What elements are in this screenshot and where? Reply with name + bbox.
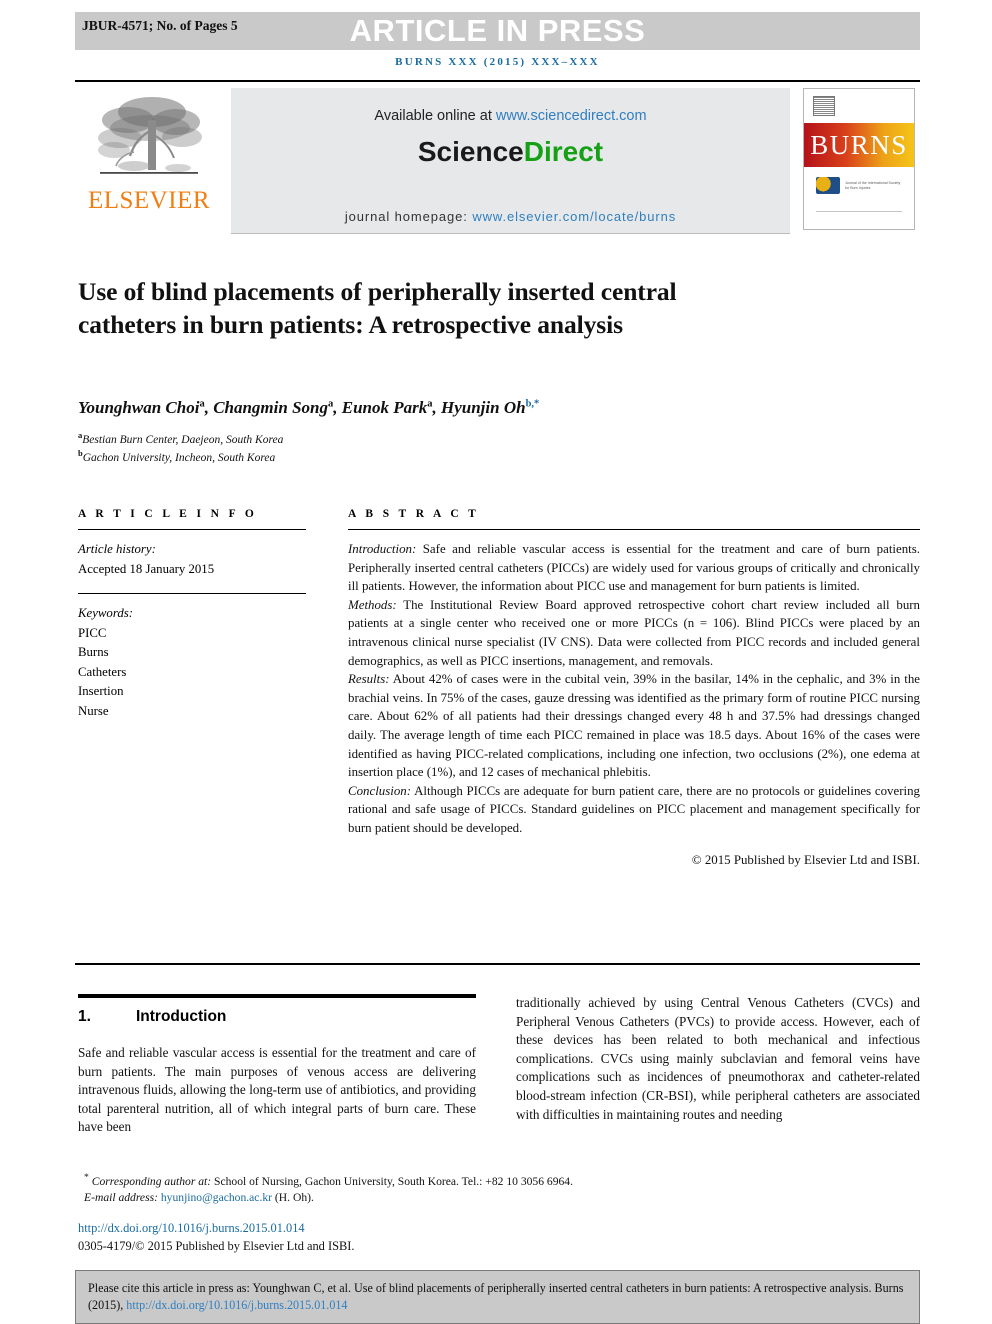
journal-homepage-link[interactable]: www.elsevier.com/locate/burns — [472, 209, 676, 224]
abstract-text-methods: The Institutional Review Board approved … — [348, 597, 920, 668]
email-link[interactable]: hyunjino@gachon.ac.kr — [161, 1191, 272, 1204]
author-name-3: Eunok Park — [341, 398, 428, 417]
abstract-rule-top — [348, 529, 920, 530]
sciencedirect-logo[interactable]: ScienceDirect — [231, 136, 790, 168]
abstract-heading: A B S T R A C T — [348, 508, 480, 520]
article-history-label: Article history: — [78, 542, 156, 556]
section-number: 1. — [78, 1008, 91, 1025]
masthead: ELSEVIER Available online at www.science… — [75, 80, 920, 238]
elsevier-tree-icon — [98, 97, 202, 174]
elsevier-wordmark: ELSEVIER — [87, 187, 211, 214]
journal-homepage-line: journal homepage: www.elsevier.com/locat… — [231, 209, 790, 224]
affiliation-b: bGachon University, Incheon, South Korea — [78, 448, 778, 464]
footnote-block: * Corresponding author at: School of Nur… — [78, 1170, 778, 1207]
elsevier-logo: ELSEVIER — [75, 82, 223, 238]
affiliation-a: aBestian Burn Center, Daejeon, South Kor… — [78, 430, 778, 446]
running-head-id: JBUR-4571; No. of Pages 5 — [82, 18, 238, 33]
section-heading-rule — [78, 994, 476, 998]
author-name-4: Hyunjin Oh — [441, 398, 526, 417]
abstract-copyright: © 2015 Published by Elsevier Ltd and ISB… — [691, 852, 920, 867]
article-info-column: A R T I C L E I N F O Article history: A… — [78, 508, 306, 721]
author-name-1: Younghwan Choi — [78, 398, 200, 417]
sciencedirect-banner: Available online at www.sciencedirect.co… — [231, 88, 790, 234]
abstract-label-results: Results: — [348, 672, 390, 687]
sciencedirect-logo-direct: Direct — [523, 136, 604, 167]
author-list: Younghwan Choia, Changmin Songa, Eunok P… — [78, 398, 540, 417]
corresponding-marker: * — [84, 1172, 89, 1183]
section-title: Introduction — [136, 1008, 227, 1025]
available-online-line: Available online at www.sciencedirect.co… — [231, 88, 790, 124]
email-label: E-mail address: — [84, 1191, 158, 1205]
intro-paragraph-right: traditionally achieved by using Central … — [516, 995, 920, 1122]
cover-divider — [816, 211, 902, 212]
author-sup-1: a — [199, 398, 205, 410]
cover-title: BURNS — [810, 130, 908, 160]
keywords-label: Keywords: — [78, 606, 133, 620]
sciencedirect-link[interactable]: www.sciencedirect.com — [496, 108, 647, 124]
author-sup-4: b,* — [525, 398, 540, 410]
article-page: ARTICLE IN PRESS JBUR-4571; No. of Pages… — [0, 0, 992, 1324]
cover-society-text: Journal of the International Society for… — [845, 180, 901, 190]
journal-cover-image: BURNS Journal of the International Socie… — [803, 88, 915, 230]
abstract-body: Introduction: Safe and reliable vascular… — [348, 540, 920, 869]
affiliation-text-b: Gachon University, Incheon, South Korea — [82, 451, 276, 464]
author-name-2: Changmin Song — [213, 398, 328, 417]
body-column-right: traditionally achieved by using Central … — [516, 994, 920, 1124]
email-suffix: (H. Oh). — [272, 1191, 314, 1205]
abstract-section-conclusion: Conclusion: Although PICCs are adequate … — [348, 782, 920, 838]
keyword-item: Nurse — [78, 703, 109, 718]
abstract-label-introduction: Introduction: — [348, 542, 417, 556]
issn-copyright-line: 0305-4179/© 2015 Published by Elsevier L… — [78, 1239, 355, 1253]
affiliation-text-a: Bestian Burn Center, Daejeon, South Kore… — [82, 433, 284, 446]
abstract-section-methods: Methods: The Institutional Review Board … — [348, 596, 920, 670]
journal-homepage-label: journal homepage: — [344, 209, 473, 224]
corresponding-author-detail: School of Nursing, Gachon University, So… — [211, 1174, 573, 1188]
keyword-item: Burns — [78, 645, 109, 659]
abstract-column: A B S T R A C T Introduction: Safe and r… — [348, 508, 920, 869]
abstract-section-results: Results: About 42% of cases were in the … — [348, 670, 920, 782]
journal-cover: BURNS Journal of the International Socie… — [798, 82, 920, 238]
corresponding-author-label: Corresponding author at: — [91, 1174, 212, 1188]
doi-link[interactable]: http://dx.doi.org/10.1016/j.burns.2015.0… — [78, 1221, 305, 1236]
keyword-item: Insertion — [78, 684, 124, 698]
abstract-body-divider — [75, 963, 920, 965]
sciencedirect-logo-science: Science — [417, 136, 524, 167]
abstract-section-introduction: Introduction: Safe and reliable vascular… — [348, 540, 920, 596]
author-sup-2: a — [328, 398, 334, 410]
article-history: Article history: Accepted 18 January 201… — [78, 540, 306, 579]
email-note: E-mail address: hyunjino@gachon.ac.kr (H… — [78, 1190, 778, 1207]
abstract-label-conclusion: Conclusion: — [348, 783, 412, 798]
page-title: Use of blind placements of peripherally … — [78, 277, 677, 340]
cover-title-band: BURNS — [804, 123, 914, 167]
author-sup-3: a — [427, 398, 433, 410]
section-heading-introduction: 1. Introduction — [78, 1008, 476, 1026]
journal-reference-line: burns xxx (2015) xxx–xxx — [395, 56, 600, 68]
keyword-item: PICC — [78, 625, 107, 640]
article-info-rule-mid — [78, 593, 306, 594]
cover-society: Journal of the International Society for… — [816, 177, 901, 194]
article-history-value: Accepted 18 January 2015 — [78, 561, 215, 576]
intro-paragraph-left: Safe and reliable vascular access is ess… — [78, 1045, 476, 1135]
cite-doi-link[interactable]: http://dx.doi.org/10.1016/j.burns.2015.0… — [126, 1298, 347, 1312]
body-column-left: 1. Introduction Safe and reliable vascul… — [78, 994, 476, 1137]
abstract-text-results: About 42% of cases were in the cubital v… — [348, 672, 920, 780]
abstract-text-introduction: Safe and reliable vascular access is ess… — [348, 542, 920, 594]
cite-this-article-box: Please cite this article in press as: Yo… — [75, 1270, 920, 1324]
cover-stamp-icon — [813, 96, 835, 116]
corresponding-author-note: * Corresponding author at: School of Nur… — [78, 1170, 778, 1190]
keyword-item: Catheters — [78, 664, 127, 679]
keywords-block: Keywords: PICC Burns Catheters Insertion… — [78, 604, 306, 721]
abstract-text-conclusion: Although PICCs are adequate for burn pat… — [348, 783, 920, 835]
society-logo-icon — [816, 177, 840, 194]
abstract-label-methods: Methods: — [348, 597, 397, 612]
article-info-rule-top — [78, 529, 306, 530]
available-online-label: Available online at — [374, 108, 496, 124]
article-info-heading: A R T I C L E I N F O — [78, 508, 258, 520]
